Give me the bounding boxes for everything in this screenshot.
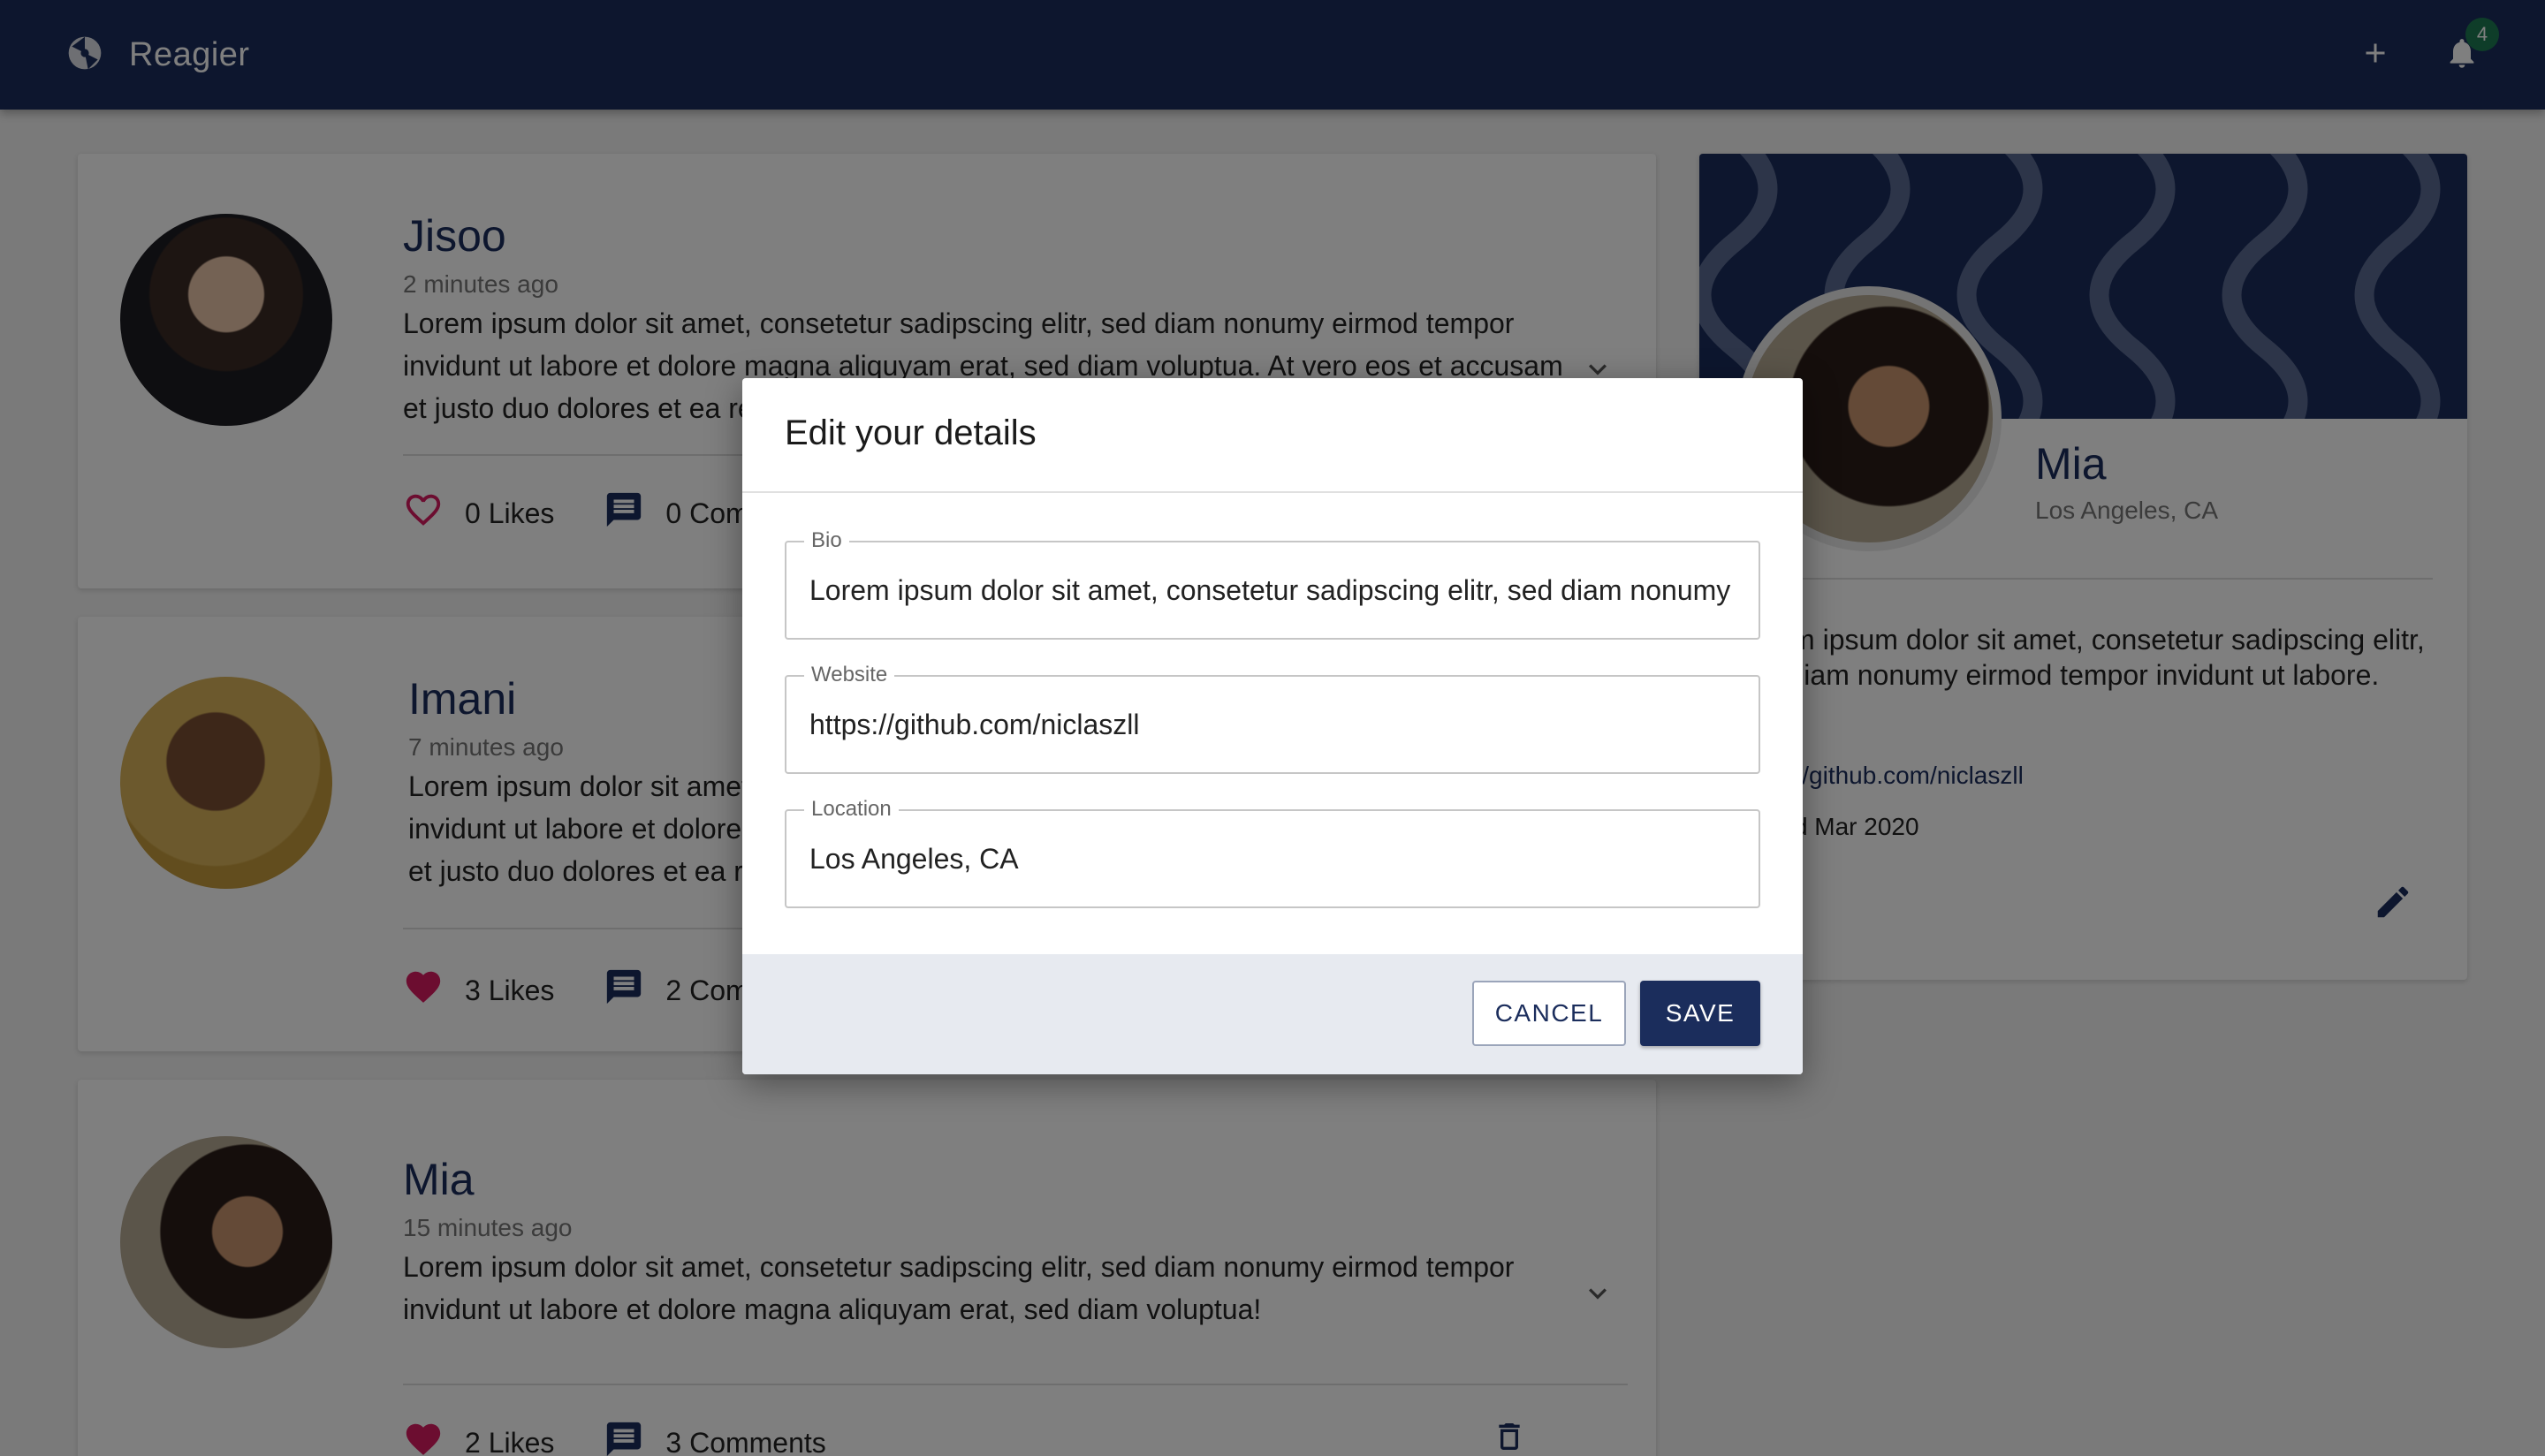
location-input[interactable]: [786, 811, 1759, 906]
bio-field: Bio: [785, 528, 1760, 640]
save-button[interactable]: SAVE: [1640, 981, 1760, 1046]
dialog-divider: [742, 491, 1803, 493]
location-label: Location: [804, 797, 899, 822]
website-label: Website: [804, 663, 895, 687]
location-field: Location: [785, 797, 1760, 908]
edit-details-dialog: Edit your details Bio Website Location C…: [742, 378, 1803, 1074]
website-field: Website: [785, 663, 1760, 774]
dialog-title: Edit your details: [785, 413, 1037, 452]
bio-label: Bio: [804, 528, 849, 553]
website-input[interactable]: [786, 677, 1759, 772]
cancel-button[interactable]: CANCEL: [1472, 981, 1626, 1046]
bio-input[interactable]: [786, 542, 1759, 638]
dialog-footer: CANCEL SAVE: [742, 954, 1803, 1074]
